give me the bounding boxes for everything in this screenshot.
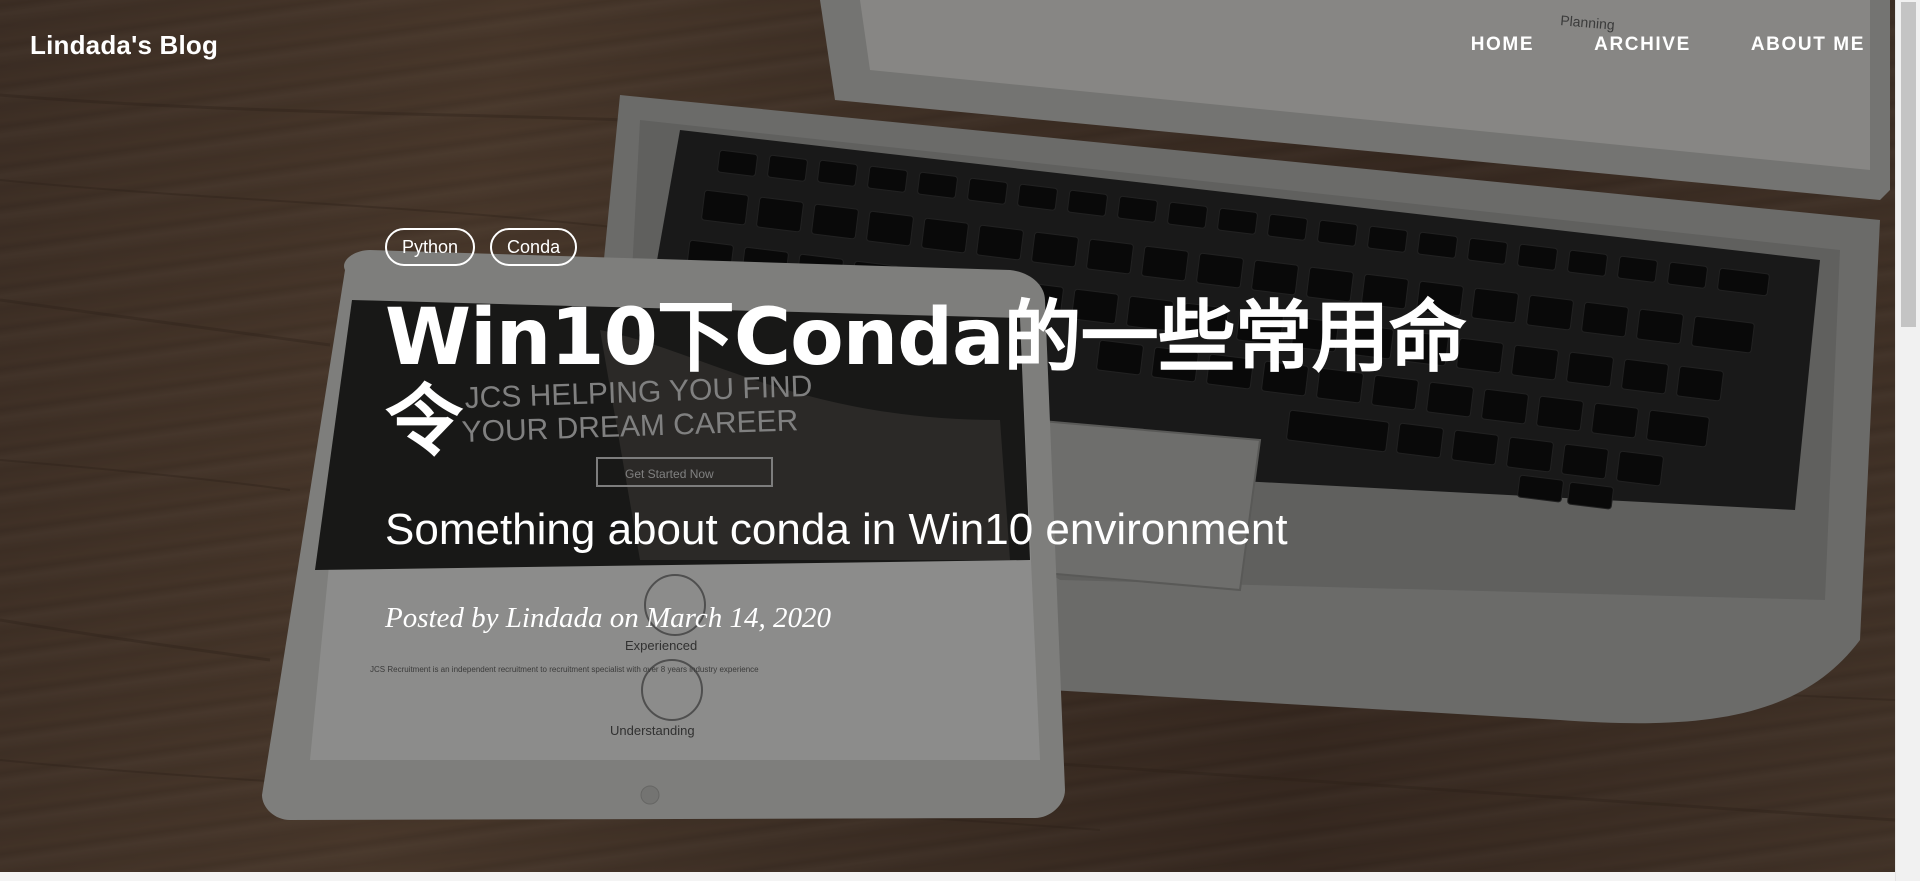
tag-conda[interactable]: Conda xyxy=(490,228,578,266)
vertical-scrollbar-thumb[interactable] xyxy=(1901,2,1916,327)
post-subtitle: Something about conda in Win10 environme… xyxy=(385,505,1288,554)
post-meta: Posted by Lindada on March 14, 2020 xyxy=(385,602,831,634)
post-heading: Python Conda Win10下Conda的一些常用命令 Somethin… xyxy=(385,228,1495,636)
vertical-scrollbar[interactable] xyxy=(1895,0,1920,881)
nav-links: HOME ARCHIVE ABOUT ME xyxy=(1411,34,1865,56)
tag-python[interactable]: Python xyxy=(385,228,476,266)
nav-link-home[interactable]: HOME xyxy=(1471,34,1534,56)
nav-link-archive[interactable]: ARCHIVE xyxy=(1594,34,1691,56)
blog-brand-link[interactable]: Lindada's Blog xyxy=(30,30,218,61)
horizontal-scrollbar[interactable] xyxy=(0,872,1895,881)
nav-link-about-me[interactable]: ABOUT ME xyxy=(1751,34,1865,56)
post-title: Win10下Conda的一些常用命令 xyxy=(385,293,1467,467)
browser-viewport: JCS HELPING YOU FIND YOUR DREAM CAREER G… xyxy=(0,0,1920,881)
post-tags: Python Conda xyxy=(385,228,1495,266)
top-navbar: Lindada's Blog HOME ARCHIVE ABOUT ME xyxy=(0,0,1895,92)
